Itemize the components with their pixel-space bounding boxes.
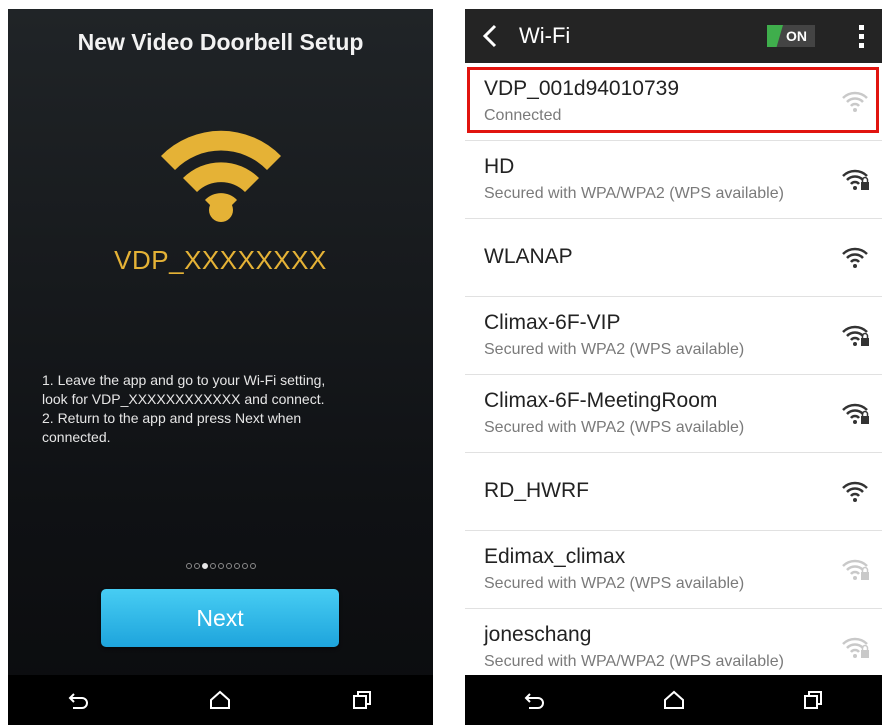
- network-row[interactable]: Climax-6F-VIP Secured with WPA2 (WPS avai…: [465, 297, 882, 375]
- back-button[interactable]: [515, 680, 555, 720]
- recents-button[interactable]: [793, 680, 833, 720]
- instruction-line: look for VDP_XXXXXXXXXXXX and connect.: [42, 391, 325, 407]
- doorbell-setup-screen: New Video Doorbell Setup VDP_XXXXXXXX 1.…: [8, 9, 433, 725]
- network-status: Secured with WPA2 (WPS available): [484, 341, 745, 358]
- network-name: WLANAP: [484, 245, 573, 268]
- network-name: Edimax_climax: [484, 545, 626, 568]
- network-name: joneschang: [484, 623, 592, 646]
- network-name: HD: [484, 155, 515, 178]
- network-row[interactable]: Edimax_climax Secured with WPA2 (WPS avai…: [465, 531, 882, 609]
- page-dot: [201, 563, 208, 569]
- back-icon: [524, 693, 544, 709]
- page-dot: [249, 563, 256, 569]
- page-indicator: [8, 563, 433, 569]
- next-button[interactable]: Next: [101, 589, 339, 647]
- page-dot: [193, 563, 200, 569]
- network-name: Climax-6F-VIP: [484, 311, 621, 334]
- instruction-line: 2. Return to the app and press Next when: [42, 410, 302, 426]
- network-list: VDP_001d94010739 Connected HD Secured with …: [465, 63, 882, 687]
- wifi-secured-icon: [842, 559, 869, 580]
- wifi-signal-icon: [842, 481, 868, 502]
- menu-dot: [858, 34, 864, 39]
- network-status: Connected: [484, 107, 562, 124]
- wifi-secured-icon: [842, 325, 869, 346]
- wifi-signal-icon: [842, 91, 868, 112]
- page-title: Wi-Fi: [519, 23, 571, 48]
- wifi-signal-icon: [842, 247, 868, 268]
- toggle-label: ON: [786, 28, 807, 44]
- home-button[interactable]: [200, 680, 240, 720]
- page-dot: [185, 563, 192, 569]
- network-status: Secured with WPA2 (WPS available): [484, 575, 745, 592]
- wifi-settings-screen: Wi-Fi ON VDP_001d94010739 Connected HD Secu…: [465, 9, 882, 725]
- page-dot: [241, 563, 248, 569]
- network-name: RD_HWRF: [484, 479, 589, 502]
- instruction-line: 1. Leave the app and go to your Wi-Fi se…: [42, 372, 326, 388]
- navigation-bar: [8, 675, 433, 725]
- setup-instructions: 1. Leave the app and go to your Wi-Fi se…: [42, 371, 417, 447]
- page-dot: [225, 563, 232, 569]
- action-bar: Wi-Fi ON: [465, 9, 882, 63]
- network-status: Secured with WPA/WPA2 (WPS available): [484, 653, 784, 670]
- page-dot: [217, 563, 224, 569]
- network-row[interactable]: VDP_001d94010739 Connected: [465, 63, 882, 141]
- page-dot: [233, 563, 240, 569]
- wifi-secured-icon: [842, 637, 869, 658]
- network-status: Secured with WPA/WPA2 (WPS available): [484, 185, 784, 202]
- menu-dot: [858, 25, 864, 30]
- wifi-secured-icon: [842, 403, 869, 424]
- back-button[interactable]: [59, 680, 99, 720]
- back-icon: [68, 693, 88, 709]
- network-status: Secured with WPA2 (WPS available): [484, 419, 745, 436]
- page-title: New Video Doorbell Setup: [77, 29, 364, 55]
- recents-icon: [803, 691, 822, 709]
- network-name: Climax-6F-MeetingRoom: [484, 389, 718, 412]
- ssid-label: VDP_XXXXXXXX: [114, 245, 327, 275]
- overflow-menu-button[interactable]: [853, 23, 869, 51]
- home-icon: [210, 690, 231, 709]
- network-row[interactable]: WLANAP: [465, 219, 882, 297]
- page-dot: [209, 563, 216, 569]
- back-arrow-icon[interactable]: [479, 21, 505, 51]
- network-name: VDP_001d94010739: [484, 77, 680, 100]
- wifi-secured-icon: [842, 169, 869, 190]
- toggle-indicator: [767, 25, 783, 47]
- menu-dot: [858, 43, 864, 48]
- network-row[interactable]: HD Secured with WPA/WPA2 (WPS available): [465, 141, 882, 219]
- wifi-toggle[interactable]: ON: [767, 25, 815, 47]
- recents-button[interactable]: [342, 680, 382, 720]
- recents-icon: [353, 691, 372, 709]
- network-row[interactable]: RD_HWRF: [465, 453, 882, 531]
- instruction-line: connected.: [42, 429, 111, 445]
- home-button[interactable]: [654, 680, 694, 720]
- network-row[interactable]: Climax-6F-MeetingRoom Secured with WPA2 (…: [465, 375, 882, 453]
- navigation-bar: [465, 675, 882, 725]
- wifi-dot-icon: [209, 198, 233, 222]
- home-icon: [663, 690, 684, 709]
